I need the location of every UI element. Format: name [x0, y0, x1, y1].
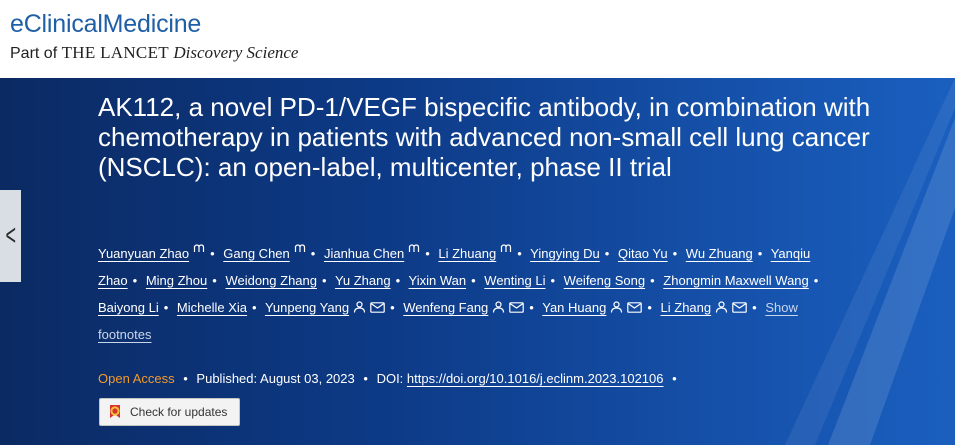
person-icon	[716, 301, 728, 313]
author-item: Wenting Li •	[484, 273, 560, 288]
author-item: Yan Huang •	[542, 300, 657, 315]
lancet-wordmark: THE LANCET	[61, 43, 169, 62]
author-name-link[interactable]: Qitao Yu	[618, 246, 668, 261]
separator-dot: •	[550, 273, 556, 288]
author-item: Yuanyuan Zhao •	[98, 244, 220, 261]
author-name-link[interactable]: Weifeng Song	[564, 273, 645, 288]
journal-logo[interactable]: eClinicalMedicine	[10, 10, 201, 39]
author-name-link[interactable]: Yixin Wan	[409, 273, 467, 288]
author-list: Yuanyuan Zhao • Gang Chen • Jianhua Chen • …	[98, 240, 838, 348]
separator-dot: •	[672, 371, 677, 386]
separator-dot: •	[310, 246, 316, 261]
separator-dot: •	[757, 246, 763, 261]
separator-dot: •	[517, 246, 522, 261]
published-label: Published:	[196, 371, 258, 386]
author-name-link[interactable]: Yu Zhang	[335, 273, 391, 288]
author-name-link[interactable]: Weidong Zhang	[225, 273, 317, 288]
author-name-link[interactable]: Jianhua Chen	[324, 246, 404, 261]
author-name-link[interactable]: Li Zhuang	[438, 246, 496, 261]
author-item: Yunpeng Yang •	[265, 300, 400, 315]
open-access-badge: Open Access	[98, 371, 175, 386]
author-item: Yixin Wan •	[409, 273, 481, 288]
person-icon	[611, 301, 623, 313]
article-title: AK112, a novel PD-1/VEGF bispecific anti…	[98, 92, 871, 182]
separator-dot: •	[132, 273, 138, 288]
doi-label: DOI:	[376, 371, 404, 386]
separator-dot: •	[672, 246, 678, 261]
mail-icon	[732, 302, 747, 313]
check-for-updates-button[interactable]: Check for updates	[99, 398, 240, 426]
separator-dot: •	[529, 300, 534, 315]
author-name-link[interactable]: Gang Chen	[223, 246, 290, 261]
author-item: Wu Zhuang •	[686, 246, 768, 261]
author-item: Weifeng Song •	[564, 273, 660, 288]
affiliation-m-icon	[193, 244, 205, 252]
author-item: Yu Zhang •	[335, 273, 405, 288]
separator-dot: •	[183, 371, 188, 386]
author-item: Jianhua Chen •	[324, 244, 435, 261]
author-item: Li Zhang •	[661, 300, 762, 315]
author-name-link[interactable]: Li Zhang	[661, 300, 712, 315]
person-icon	[493, 301, 505, 313]
author-name-link[interactable]: Yingying Du	[530, 246, 600, 261]
author-name-link[interactable]: Yan Huang	[542, 300, 606, 315]
separator-dot: •	[363, 371, 368, 386]
separator-dot: •	[471, 273, 476, 288]
separator-dot: •	[321, 273, 327, 288]
author-item: Ming Zhou •	[146, 273, 222, 288]
author-name-link[interactable]: Yunpeng Yang	[265, 300, 349, 315]
author-item: Wenfeng Fang •	[403, 300, 539, 315]
chevron-left-icon: <	[5, 219, 16, 252]
article-banner: < AK112, a novel PD-1/VEGF bispecific an…	[0, 78, 955, 445]
author-item: Qitao Yu •	[618, 246, 682, 261]
article-meta: Open Access • Published: August 03, 2023…	[98, 371, 682, 386]
separator-dot: •	[752, 300, 757, 315]
part-of-lancet[interactable]: Part of THE LANCET Discovery Science	[10, 43, 298, 63]
separator-dot: •	[252, 300, 257, 315]
author-item: Weidong Zhang •	[225, 273, 331, 288]
separator-dot: •	[650, 273, 655, 288]
author-name-link[interactable]: Yuanyuan Zhao	[98, 246, 189, 261]
author-name-link[interactable]: Wenting Li	[484, 273, 545, 288]
author-name-link[interactable]: Ming Zhou	[146, 273, 207, 288]
author-item: Baiyong Li •	[98, 300, 173, 315]
separator-dot: •	[163, 300, 169, 315]
author-item: Gang Chen •	[223, 244, 320, 261]
part-of-prefix: Part of	[10, 45, 58, 62]
author-item: Michelle Xia •	[177, 300, 262, 315]
author-name-link[interactable]: Wu Zhuang	[686, 246, 753, 261]
previous-article-button[interactable]: <	[0, 190, 21, 282]
affiliation-m-icon	[294, 244, 305, 252]
published-date: August 03, 2023	[260, 371, 355, 386]
doi-link[interactable]: https://doi.org/10.1016/j.eclinm.2023.10…	[407, 371, 664, 386]
separator-dot: •	[604, 246, 610, 261]
author-item: Li Zhuang •	[438, 244, 526, 261]
crossmark-icon	[110, 405, 120, 418]
mail-icon	[370, 302, 385, 313]
affiliation-m-icon	[409, 244, 420, 252]
author-name-link[interactable]: Zhongmin Maxwell Wang	[663, 273, 808, 288]
mail-icon	[627, 302, 643, 313]
affiliation-m-icon	[501, 244, 512, 252]
separator-dot: •	[813, 273, 819, 288]
separator-dot: •	[390, 300, 395, 315]
person-icon	[353, 301, 366, 313]
separator-dot: •	[212, 273, 217, 288]
journal-header: eClinicalMedicine Part of THE LANCET Dis…	[0, 0, 955, 78]
author-name-link[interactable]: Michelle Xia	[177, 300, 247, 315]
check-for-updates-label: Check for updates	[130, 405, 228, 419]
author-name-link[interactable]: Wenfeng Fang	[403, 300, 488, 315]
separator-dot: •	[425, 246, 430, 261]
discovery-science: Discovery Science	[173, 43, 299, 62]
author-item: Zhongmin Maxwell Wang •	[663, 273, 823, 288]
separator-dot: •	[210, 246, 215, 261]
author-item: Yingying Du •	[530, 246, 614, 261]
separator-dot: •	[395, 273, 401, 288]
mail-icon	[509, 302, 525, 313]
separator-dot: •	[647, 300, 652, 315]
author-name-link[interactable]: Baiyong Li	[98, 300, 159, 315]
